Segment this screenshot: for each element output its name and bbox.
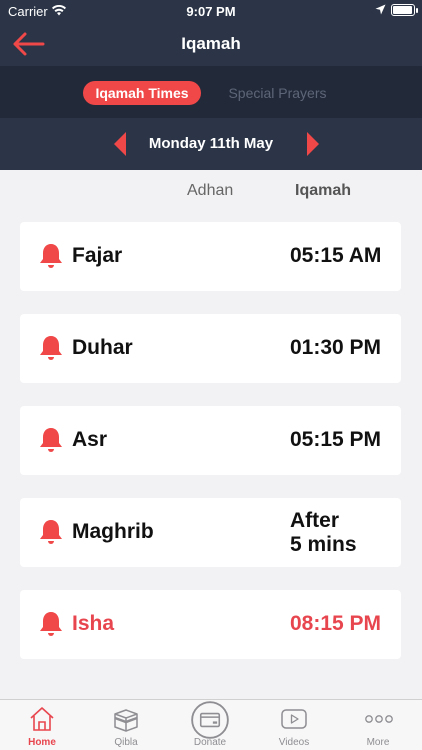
bell-icon[interactable] — [38, 242, 64, 270]
tab-special-prayers[interactable]: Special Prayers — [220, 81, 335, 105]
iqamah-time: 05:15 PM — [290, 428, 382, 451]
location-arrow-icon — [375, 4, 386, 15]
bell-icon[interactable] — [38, 518, 64, 546]
header: Carrier 9:07 PM Iqamah Iqamah Times Spec… — [0, 0, 422, 170]
tab-label: Home — [28, 737, 56, 748]
prayer-row-asr[interactable]: Asr 05:15 PM — [20, 406, 401, 475]
prayer-name: Maghrib — [72, 520, 154, 543]
tab-label: Qibla — [114, 737, 138, 748]
segment-control: Iqamah Times Special Prayers — [0, 66, 422, 118]
tab-more[interactable]: More — [336, 700, 420, 750]
tab-home[interactable]: Home — [0, 700, 84, 750]
tab-iqamah-times[interactable]: Iqamah Times — [83, 81, 201, 105]
date-label: Monday 11th May — [148, 135, 274, 152]
iqamah-time: After 5 mins — [290, 509, 390, 557]
prayer-name: Fajar — [72, 244, 123, 267]
nav-bar: Iqamah — [0, 22, 422, 66]
status-time: 9:07 PM — [186, 4, 236, 19]
status-bar: Carrier 9:07 PM — [0, 0, 422, 22]
battery-icon — [391, 4, 418, 16]
bell-icon[interactable] — [38, 610, 64, 638]
tab-donate[interactable]: Donate — [168, 700, 252, 750]
iqamah-time: 01:30 PM — [290, 336, 382, 359]
home-icon — [30, 707, 54, 731]
adhan-column-header: Adhan — [187, 182, 234, 199]
play-icon — [281, 709, 307, 729]
iqamah-time: 05:15 AM — [290, 244, 382, 267]
tab-videos[interactable]: Videos — [252, 700, 336, 750]
bell-icon[interactable] — [38, 426, 64, 454]
more-icon — [365, 715, 393, 723]
tab-bar: Home Qibla Donate Videos More — [0, 699, 422, 750]
iqamah-time-line2: 5 mins — [290, 533, 357, 556]
card-icon — [191, 701, 229, 739]
iqamah-time-line1: After — [290, 509, 340, 532]
tab-label: Donate — [193, 737, 227, 748]
bell-icon[interactable] — [38, 334, 64, 362]
prayer-row-duhar[interactable]: Duhar 01:30 PM — [20, 314, 401, 383]
tab-qibla[interactable]: Qibla — [84, 700, 168, 750]
iqamah-time: 08:15 PM — [290, 612, 382, 635]
prayer-row-isha[interactable]: Isha 08:15 PM — [20, 590, 401, 659]
tab-label: Videos — [278, 737, 310, 748]
date-selector: Monday 11th May — [0, 118, 422, 170]
prayer-name: Duhar — [72, 336, 133, 359]
iqamah-column-header: Iqamah — [295, 182, 352, 199]
prayer-row-maghrib[interactable]: Maghrib After 5 mins — [20, 498, 401, 567]
kaaba-icon — [114, 709, 138, 732]
page-title: Iqamah — [181, 34, 241, 53]
prayer-name: Asr — [72, 428, 108, 451]
prayer-row-fajar[interactable]: Fajar 05:15 AM — [20, 222, 401, 291]
prayer-name: Isha — [72, 612, 115, 635]
next-day-icon[interactable] — [301, 130, 323, 158]
tab-label: More — [366, 737, 390, 748]
